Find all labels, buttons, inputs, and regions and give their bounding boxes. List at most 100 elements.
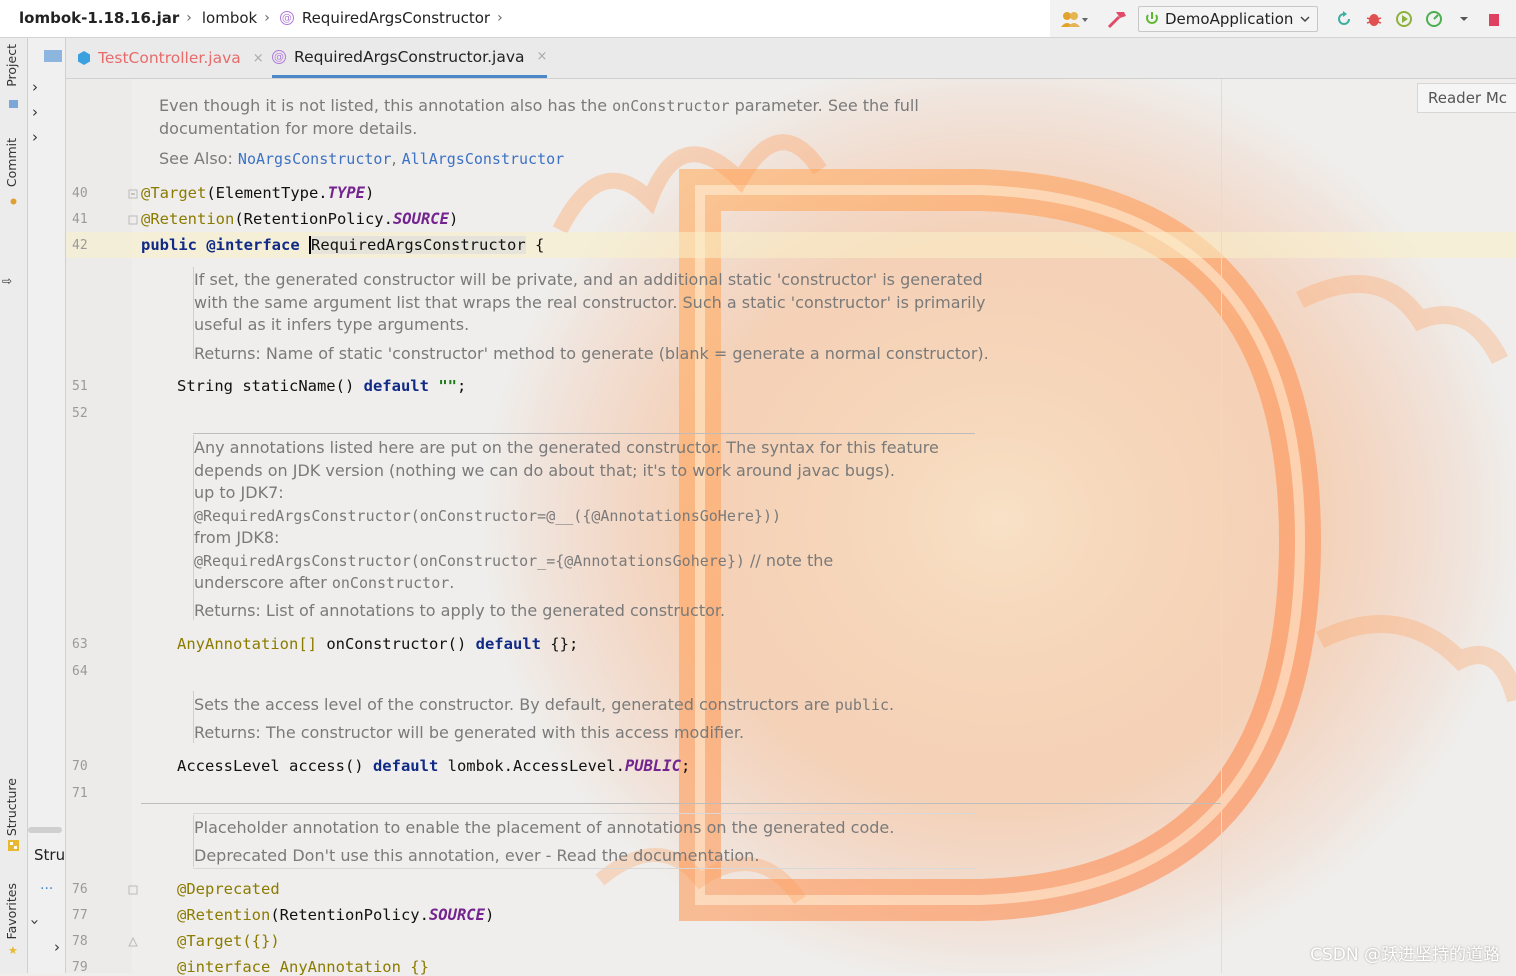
fold-marker-icon[interactable] — [128, 189, 138, 199]
chevron-right-icon: › — [497, 10, 503, 26]
vcs-users-icon[interactable] — [1060, 6, 1088, 32]
code-token: ) — [364, 184, 375, 202]
line-number: 71 — [72, 786, 88, 801]
breadcrumb-package[interactable]: lombok — [202, 9, 257, 27]
drag-handle-icon[interactable]: ⇨ — [2, 274, 12, 288]
breadcrumb-class[interactable]: @ RequiredArgsConstructor — [279, 9, 490, 27]
string-token: "" — [438, 377, 457, 395]
line-number: 41 — [72, 212, 88, 227]
line-number: 70 — [72, 759, 88, 774]
code-token: (ElementType. — [206, 184, 328, 202]
annotation-icon: @ — [279, 11, 294, 25]
close-icon[interactable]: × — [253, 51, 264, 66]
annotation-icon: @ — [272, 49, 286, 64]
code-line-77: @Retention(RetentionPolicy.SOURCE) — [177, 906, 494, 924]
tab-test-controller[interactable]: TestController.java × — [76, 38, 264, 78]
line-number: 42 — [72, 238, 88, 253]
structure-tool-tab[interactable]: Structure — [4, 778, 19, 836]
code-line-42: public @interface RequiredArgsConstructo… — [141, 236, 544, 254]
doc-returns: Returns: Name of static 'constructor' me… — [194, 343, 989, 363]
tree-expand-chevron-icon[interactable]: › — [32, 103, 38, 121]
doc-text: useful as it infers type arguments. — [194, 315, 470, 334]
tree-collapse-chevron-icon[interactable]: › — [28, 919, 44, 925]
debug-bug-icon[interactable] — [1364, 6, 1384, 32]
line-number: 76 — [72, 882, 88, 897]
java-class-icon — [78, 51, 90, 65]
run-with-coverage-icon[interactable] — [1394, 6, 1414, 32]
code-token: ; — [456, 377, 467, 395]
doc-text: . — [889, 695, 895, 714]
code-line-78: @Target({}) — [177, 932, 280, 950]
constant-token: SOURCE — [392, 210, 449, 228]
code-token: {}; — [540, 635, 579, 653]
tree-expand-chevron-icon[interactable]: › — [54, 938, 60, 956]
watermark: CSDN @跃进坚持的道路 — [1310, 945, 1500, 965]
fold-marker-icon[interactable] — [128, 215, 138, 225]
doc-text: documentation for more details. — [159, 118, 418, 138]
stop-icon[interactable] — [1484, 6, 1504, 32]
right-margin-guide — [1221, 79, 1222, 973]
tab-label: TestController.java — [98, 49, 241, 67]
favorites-tool-tab[interactable]: Favorites — [4, 883, 19, 939]
more-options-icon[interactable]: ··· — [40, 881, 53, 897]
doc-code: public — [834, 696, 890, 714]
fold-marker-icon[interactable] — [128, 937, 138, 947]
doc-returns: Returns: List of annotations to apply to… — [194, 600, 726, 620]
constant-token: SOURCE — [428, 906, 485, 924]
commit-tool-tab[interactable]: Commit — [4, 138, 19, 187]
horizontal-scrollbar[interactable] — [28, 826, 65, 834]
doc-text: Sets the access level of the constructor… — [194, 695, 835, 714]
run-configuration-select[interactable]: DemoApplication — [1138, 6, 1319, 32]
code-token: ; — [680, 757, 691, 775]
close-icon[interactable]: × — [537, 49, 548, 64]
commit-icon — [10, 198, 17, 205]
keyword-token: default — [363, 377, 429, 395]
left-tool-strip: Project Commit ⇨ Structure Favorites ★ — [0, 38, 28, 973]
toolbar: DemoApplication — [1060, 5, 1504, 33]
profiler-icon[interactable] — [1424, 6, 1444, 32]
code-line-70: AccessLevel access() default lombok.Acce… — [177, 757, 690, 775]
tree-expand-chevron-icon[interactable]: › — [32, 128, 38, 146]
code-token: AccessLevel access() — [177, 757, 373, 775]
spring-boot-icon — [1146, 12, 1158, 24]
doc-link-all-args[interactable]: AllArgsConstructor — [402, 150, 565, 168]
chevron-down-icon[interactable] — [1454, 6, 1474, 32]
project-tool-tab[interactable]: Project — [4, 44, 19, 87]
javadoc-on-constructor: Any annotations listed here are put on t… — [194, 437, 1094, 622]
doc-link-no-args[interactable]: NoArgsConstructor — [238, 150, 392, 168]
code-line-40: @Target(ElementType.TYPE) — [141, 184, 374, 202]
type-token: AnyAnnotation[] — [177, 635, 317, 653]
doc-separator — [193, 433, 975, 434]
project-view-icon[interactable] — [44, 47, 62, 63]
fold-marker-icon[interactable] — [128, 885, 138, 895]
code-token: ({}) — [242, 932, 280, 950]
line-number: 77 — [72, 908, 88, 923]
class-name-token[interactable]: RequiredArgsConstructor — [309, 236, 526, 254]
code-editor[interactable]: 40 41 42 51 52 63 64 70 71 76 77 78 79 E… — [66, 79, 1516, 976]
build-hammer-icon[interactable] — [1106, 6, 1128, 32]
code-token: String staticName() — [177, 377, 364, 395]
doc-code: onConstructor — [331, 574, 450, 592]
code-token: ) — [484, 906, 495, 924]
line-number: 40 — [72, 186, 88, 201]
doc-text: Even though it is not listed, this annot… — [159, 96, 613, 115]
keyword-token: @interface — [206, 236, 300, 254]
doc-text: underscore after — [194, 573, 332, 592]
rerun-icon[interactable] — [1334, 6, 1354, 32]
tree-expand-chevron-icon[interactable]: › — [32, 78, 38, 96]
breadcrumb-jar[interactable]: lombok-1.18.16.jar — [19, 9, 179, 27]
structure-panel-header: Stru — [34, 846, 66, 864]
annotation-token: @Target — [141, 184, 207, 202]
line-number: 52 — [72, 406, 88, 421]
breadcrumb: lombok-1.18.16.jar › lombok › @ Required… — [19, 9, 513, 27]
reader-mode-button[interactable]: Reader Mc — [1417, 83, 1516, 113]
run-configuration-label: DemoApplication — [1165, 10, 1294, 28]
doc-text: , — [391, 149, 402, 168]
doc-text: parameter. See the full — [729, 96, 919, 115]
tab-required-args-constructor[interactable]: @ RequiredArgsConstructor.java × — [272, 38, 548, 78]
code-line-41: @Retention(RetentionPolicy.SOURCE) — [141, 210, 458, 228]
structure-icon — [8, 840, 19, 851]
line-number: 64 — [72, 664, 88, 679]
constant-token: PUBLIC — [624, 757, 681, 775]
code-token: ) — [448, 210, 459, 228]
